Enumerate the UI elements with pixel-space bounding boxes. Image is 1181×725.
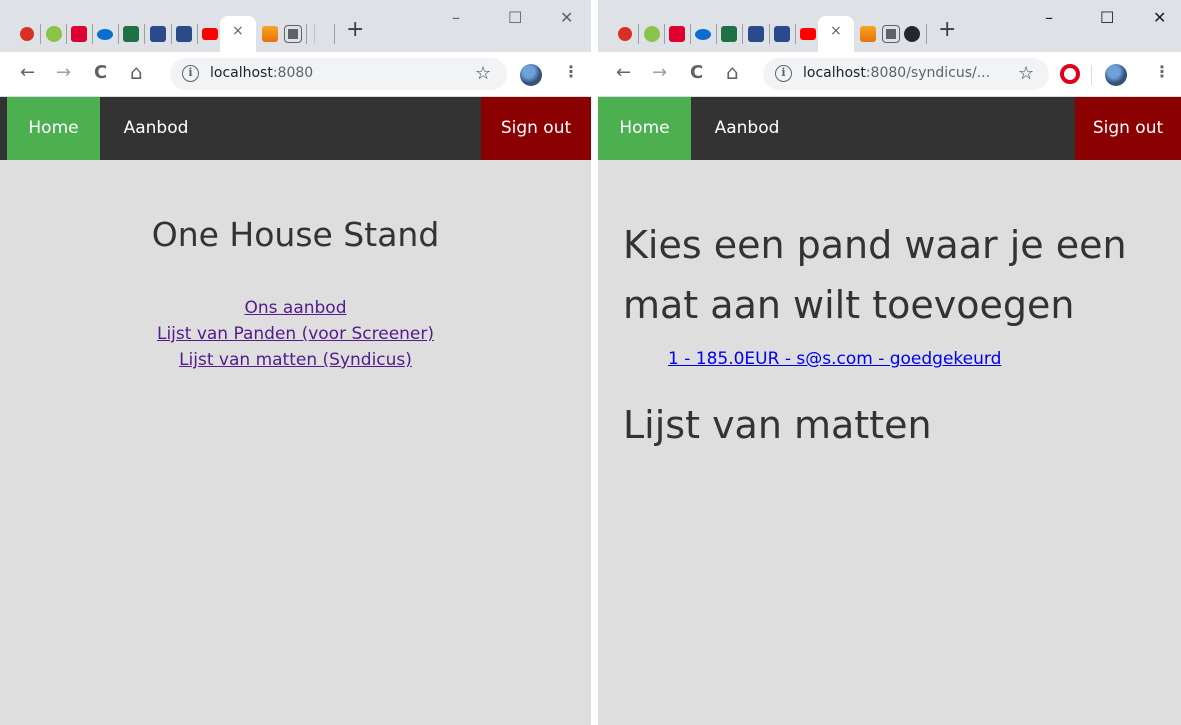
- pand-link[interactable]: 1 - 185.0EUR - s@s.com - goedgekeurd: [668, 349, 1001, 369]
- phpmyadmin-favicon-icon[interactable]: [860, 26, 876, 42]
- forward-icon[interactable]: →: [652, 62, 667, 83]
- youtube-favicon-icon[interactable]: [800, 28, 816, 40]
- forward-icon[interactable]: →: [56, 62, 71, 83]
- youtube-favicon-icon[interactable]: [202, 28, 218, 40]
- nav-home-link[interactable]: Home: [598, 97, 691, 160]
- tumblr-favicon-icon[interactable]: [150, 26, 166, 42]
- tab-strip: × + – ☐ ✕: [0, 0, 591, 52]
- browser-toolbar: ← → C ⌂ i localhost:8080/syndicus/... ☆ …: [598, 52, 1181, 97]
- link-list: Ons aanbod Lijst van Panden (voor Screen…: [0, 295, 591, 373]
- browser-menu-icon[interactable]: ⋮: [1154, 62, 1170, 81]
- board-favicon-icon[interactable]: [882, 25, 900, 43]
- tab-separator: [306, 24, 307, 44]
- tab-separator: [334, 24, 335, 44]
- toolbar-separator: [1091, 65, 1092, 85]
- profile-avatar[interactable]: [1105, 64, 1127, 86]
- tab-separator: [40, 24, 41, 44]
- cloud-favicon-icon[interactable]: [97, 29, 113, 40]
- close-tab-icon[interactable]: ×: [232, 23, 244, 39]
- tab-separator: [66, 24, 67, 44]
- leaf-favicon-icon[interactable]: [46, 26, 62, 42]
- address-bar[interactable]: i localhost:8080/syndicus/... ☆: [763, 58, 1049, 90]
- close-window-icon[interactable]: ✕: [560, 8, 573, 27]
- profile-avatar[interactable]: [520, 64, 542, 86]
- page-title: Kies een pand waar je een mat aan wilt t…: [623, 223, 1127, 327]
- browser-window-left: × + – ☐ ✕ ← → C ⌂ i localhost:8080 ☆ ⋮ H…: [0, 0, 591, 725]
- record-favicon-icon[interactable]: [618, 27, 632, 41]
- close-window-icon[interactable]: ✕: [1153, 8, 1166, 27]
- tab-separator: [144, 24, 145, 44]
- browser-window-right: × + – ☐ ✕ ← → C ⌂ i localhost:8080/syndi…: [598, 0, 1181, 725]
- nav-home-link[interactable]: Home: [7, 97, 100, 160]
- cloud-favicon-icon[interactable]: [695, 29, 711, 40]
- bookmark-star-icon[interactable]: ☆: [475, 63, 491, 84]
- back-icon[interactable]: ←: [616, 62, 631, 83]
- page-content: Kies een pand waar je een mat aan wilt t…: [598, 160, 1181, 725]
- nav-signout-link[interactable]: Sign out: [481, 97, 591, 160]
- tab-separator: [926, 24, 927, 44]
- tab-separator: [690, 24, 691, 44]
- opera-extension-icon[interactable]: [1060, 64, 1080, 84]
- matten-heading: Lijst van matten: [623, 403, 932, 447]
- tab-separator: [769, 24, 770, 44]
- page-title: One House Stand: [151, 215, 440, 254]
- tumblr-favicon-icon[interactable]: [774, 26, 790, 42]
- matten-list-link[interactable]: Lijst van matten (Syndicus): [0, 347, 591, 373]
- bookmark-star-icon[interactable]: ☆: [1018, 63, 1034, 84]
- browser-toolbar: ← → C ⌂ i localhost:8080 ☆ ⋮: [0, 52, 591, 97]
- tab-separator: [638, 24, 639, 44]
- address-bar[interactable]: i localhost:8080 ☆: [170, 58, 507, 90]
- tumblr-favicon-icon[interactable]: [748, 26, 764, 42]
- info-icon[interactable]: i: [182, 65, 199, 82]
- record-favicon-icon[interactable]: [20, 27, 34, 41]
- maximize-icon[interactable]: ☐: [1100, 8, 1114, 27]
- github-favicon-icon[interactable]: [904, 26, 920, 42]
- minimize-icon[interactable]: –: [1045, 8, 1053, 27]
- app-navbar: Home Aanbod Sign out: [0, 97, 591, 160]
- browser-menu-icon[interactable]: ⋮: [563, 62, 579, 81]
- url-text: localhost:8080/syndicus/...: [803, 65, 991, 81]
- phpmyadmin-favicon-icon[interactable]: [262, 26, 278, 42]
- board-favicon-icon[interactable]: [284, 25, 302, 43]
- tab-separator: [92, 24, 93, 44]
- nav-aanbod-link[interactable]: Aanbod: [691, 97, 803, 160]
- new-tab-button[interactable]: +: [346, 17, 364, 42]
- minimize-icon[interactable]: –: [452, 8, 460, 27]
- tab-separator: [171, 24, 172, 44]
- tab-separator: [664, 24, 665, 44]
- tab-separator: [118, 24, 119, 44]
- ons-aanbod-link[interactable]: Ons aanbod: [0, 295, 591, 321]
- back-icon[interactable]: ←: [20, 62, 35, 83]
- tab-separator: [716, 24, 717, 44]
- tab-separator: [314, 24, 315, 44]
- home-icon[interactable]: ⌂: [726, 60, 739, 84]
- tab-strip: × + – ☐ ✕: [598, 0, 1181, 52]
- tab-separator: [742, 24, 743, 44]
- excel-favicon-icon[interactable]: [721, 26, 737, 42]
- angular-favicon-icon[interactable]: [71, 26, 87, 42]
- tab-separator: [795, 24, 796, 44]
- page-content: One House Stand Ons aanbod Lijst van Pan…: [0, 160, 591, 725]
- info-icon[interactable]: i: [775, 65, 792, 82]
- nav-aanbod-link[interactable]: Aanbod: [100, 97, 212, 160]
- home-icon[interactable]: ⌂: [130, 60, 143, 84]
- leaf-favicon-icon[interactable]: [644, 26, 660, 42]
- window-divider: [591, 0, 598, 725]
- excel-favicon-icon[interactable]: [123, 26, 139, 42]
- app-navbar: Home Aanbod Sign out: [598, 97, 1181, 160]
- angular-favicon-icon[interactable]: [669, 26, 685, 42]
- close-tab-icon[interactable]: ×: [830, 23, 842, 39]
- reload-icon[interactable]: C: [690, 62, 703, 83]
- new-tab-button[interactable]: +: [938, 17, 956, 42]
- tab-separator: [197, 24, 198, 44]
- url-text: localhost:8080: [210, 65, 314, 81]
- nav-signout-link[interactable]: Sign out: [1075, 97, 1181, 160]
- maximize-icon[interactable]: ☐: [508, 8, 522, 27]
- tumblr-favicon-icon[interactable]: [176, 26, 192, 42]
- panden-list-link[interactable]: Lijst van Panden (voor Screener): [0, 321, 591, 347]
- reload-icon[interactable]: C: [94, 62, 107, 83]
